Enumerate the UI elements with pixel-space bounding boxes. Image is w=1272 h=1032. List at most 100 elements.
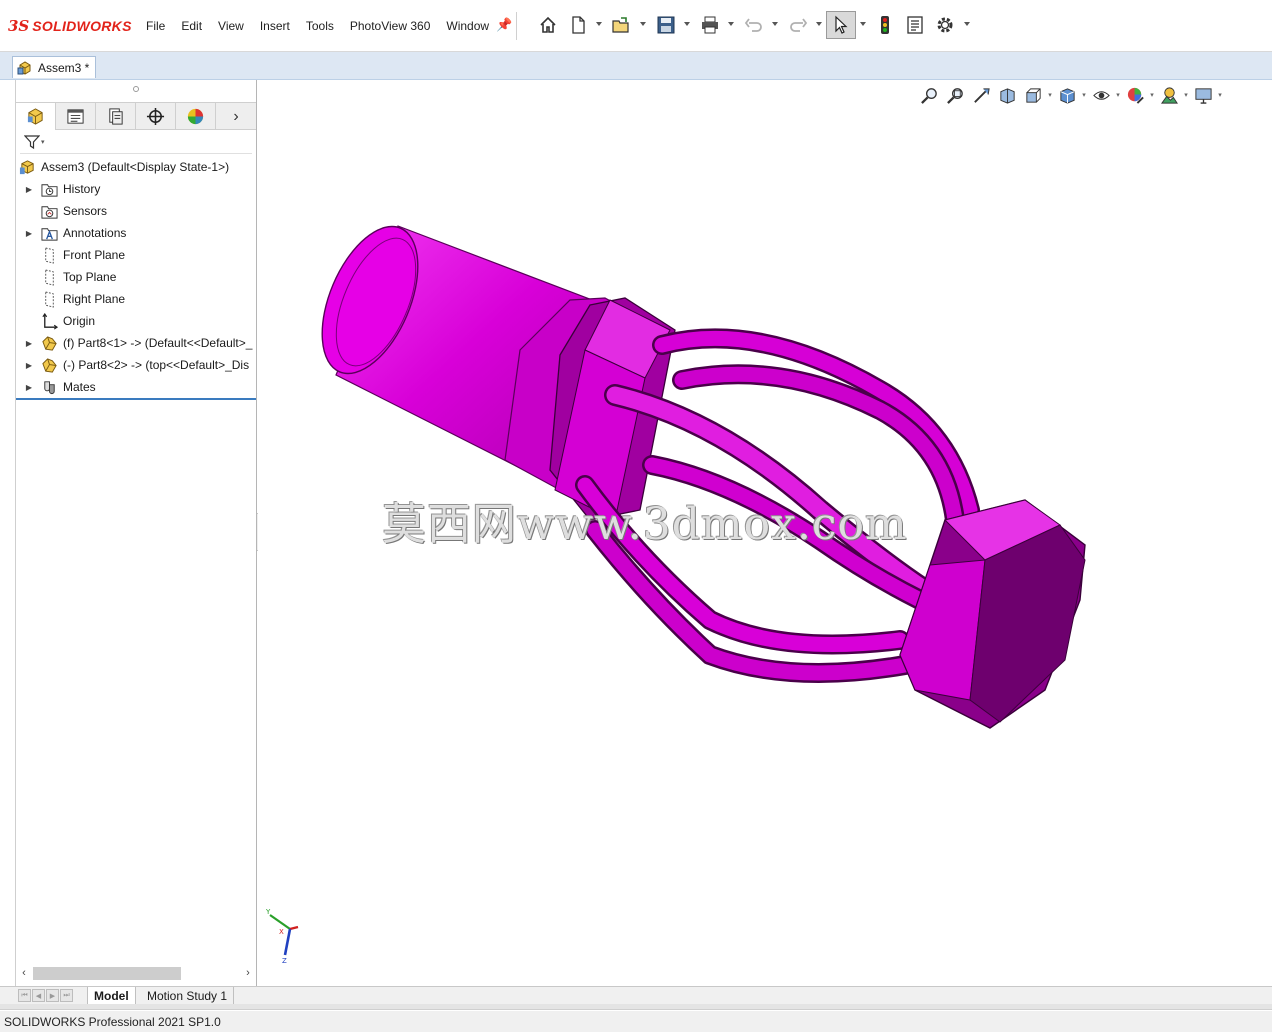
ds-logo-mark: 3S xyxy=(8,17,30,35)
manager-tabs: › xyxy=(16,102,256,130)
tab-next-icon[interactable]: ▶ xyxy=(46,989,59,1002)
logo-text: SOLIDWORKS xyxy=(32,18,132,34)
origin-icon xyxy=(40,312,58,330)
redo-dropdown-chevron-icon[interactable] xyxy=(816,22,822,26)
file-properties-icon[interactable] xyxy=(904,13,926,37)
tree-item-label: Right Plane xyxy=(63,292,126,306)
options-gear-icon[interactable] xyxy=(934,13,956,37)
new-dropdown-chevron-icon[interactable] xyxy=(596,22,602,26)
open-dropdown-chevron-icon[interactable] xyxy=(640,22,646,26)
scroll-left-icon[interactable]: ‹ xyxy=(16,967,32,979)
tree-item-front-plane[interactable]: Front Plane xyxy=(16,244,256,266)
pin-menu-icon[interactable]: 📌 xyxy=(496,17,512,33)
reference-triad[interactable]: Y X Z xyxy=(264,905,308,967)
triad-z-label: Z xyxy=(282,957,287,965)
select-dropdown-chevron-icon[interactable] xyxy=(860,22,866,26)
expand-arrow-icon[interactable]: ▶ xyxy=(24,228,34,238)
filter-icon xyxy=(24,134,40,149)
featuremanager-panel: › ▾ Assem3 (Default<Display State-1>) ▶ … xyxy=(15,80,257,986)
tree-item-label: Mates xyxy=(63,380,96,394)
tab-motion-study-1[interactable]: Motion Study 1 xyxy=(141,987,235,1004)
expand-arrow-icon[interactable]: ▶ xyxy=(24,382,34,392)
featuremanager-icon[interactable] xyxy=(16,103,56,130)
scroll-right-icon[interactable]: › xyxy=(240,967,256,979)
panel-split-grip[interactable] xyxy=(133,86,139,92)
propertymanager-icon[interactable] xyxy=(56,103,96,130)
feature-tree: Assem3 (Default<Display State-1>) ▶ Hist… xyxy=(16,156,256,398)
tree-item-label: Sensors xyxy=(63,204,108,218)
select-arrow-icon[interactable] xyxy=(826,11,856,39)
tree-filter[interactable]: ▾ xyxy=(20,130,252,154)
print-dropdown-chevron-icon[interactable] xyxy=(728,22,734,26)
expand-arrow-icon[interactable]: ▶ xyxy=(24,338,34,348)
assembly-icon xyxy=(18,158,36,176)
menu-file[interactable]: File xyxy=(138,17,173,35)
bottom-tab-strip: ⏮ ◀ ▶ ⏭ Model Motion Study 1 xyxy=(0,986,1272,1004)
dimxpert-icon[interactable] xyxy=(136,103,176,130)
main-menu: File Edit View Insert Tools PhotoView 36… xyxy=(138,17,497,35)
menu-tools[interactable]: Tools xyxy=(298,17,342,35)
assembly-icon xyxy=(17,60,31,75)
horizontal-splitter[interactable] xyxy=(0,1004,1272,1010)
expand-arrow-icon[interactable]: ▶ xyxy=(24,184,34,194)
menubar: 3S SOLIDWORKS File Edit View Insert Tool… xyxy=(0,0,1272,52)
tab-last-icon[interactable]: ⏭ xyxy=(60,989,73,1002)
expand-placeholder xyxy=(24,206,34,216)
tree-item-label: Annotations xyxy=(63,226,127,240)
configurationmanager-icon[interactable] xyxy=(96,103,136,130)
menu-window[interactable]: Window xyxy=(438,17,497,35)
scroll-thumb[interactable] xyxy=(33,966,181,980)
rebuild-icon[interactable] xyxy=(874,13,896,37)
tree-horizontal-scrollbar[interactable]: ‹ › xyxy=(16,964,256,982)
more-tabs-chevron-icon[interactable]: › xyxy=(216,103,256,130)
menu-insert[interactable]: Insert xyxy=(252,17,298,35)
filter-dropdown-chevron-icon[interactable]: ▾ xyxy=(41,138,45,146)
document-title: Assem3 * xyxy=(38,60,90,75)
print-icon[interactable] xyxy=(699,13,721,37)
home-icon[interactable] xyxy=(537,13,559,37)
undo-icon[interactable] xyxy=(743,13,765,37)
status-text: SOLIDWORKS Professional 2021 SP1.0 xyxy=(4,1014,221,1029)
sensors-icon xyxy=(40,202,58,220)
annotations-icon xyxy=(40,224,58,242)
redo-icon[interactable] xyxy=(787,13,809,37)
document-tab[interactable]: Assem3 * xyxy=(12,56,97,78)
tree-item-top-plane[interactable]: Top Plane xyxy=(16,266,256,288)
tree-item-label: Top Plane xyxy=(63,270,117,284)
tab-first-icon[interactable]: ⏮ xyxy=(18,989,31,1002)
tree-item-part8-1[interactable]: ▶ (f) Part8<1> -> (Default<<Default>_ xyxy=(16,332,256,354)
tree-item-right-plane[interactable]: Right Plane xyxy=(16,288,256,310)
tree-item-origin[interactable]: Origin xyxy=(16,310,256,332)
triad-y-label: Y xyxy=(265,908,271,916)
expand-placeholder xyxy=(24,294,34,304)
new-document-icon[interactable] xyxy=(567,13,589,37)
save-dropdown-chevron-icon[interactable] xyxy=(684,22,690,26)
menu-view[interactable]: View xyxy=(210,17,252,35)
options-dropdown-chevron-icon[interactable] xyxy=(964,22,970,26)
tree-rollback-bar[interactable] xyxy=(16,398,256,400)
plane-icon xyxy=(40,290,58,308)
tab-model[interactable]: Model xyxy=(87,987,136,1004)
document-tab-bar: Assem3 * xyxy=(0,52,1272,80)
open-icon[interactable] xyxy=(610,13,632,37)
display-manager-icon[interactable] xyxy=(176,103,216,130)
tab-prev-icon[interactable]: ◀ xyxy=(32,989,45,1002)
save-icon[interactable] xyxy=(655,13,677,37)
solidworks-logo[interactable]: 3S SOLIDWORKS xyxy=(8,14,132,38)
menu-photoview[interactable]: PhotoView 360 xyxy=(342,17,439,35)
tree-root-assembly[interactable]: Assem3 (Default<Display State-1>) xyxy=(16,156,256,178)
tree-item-mates[interactable]: ▶ Mates xyxy=(16,376,256,398)
expand-arrow-icon[interactable]: ▶ xyxy=(24,360,34,370)
tree-item-history[interactable]: ▶ History xyxy=(16,178,256,200)
tree-root-label: Assem3 (Default<Display State-1>) xyxy=(41,160,230,174)
plane-icon xyxy=(40,246,58,264)
tree-item-label: (f) Part8<1> -> (Default<<Default>_ xyxy=(63,336,253,350)
expand-placeholder xyxy=(24,272,34,282)
history-icon xyxy=(40,180,58,198)
tree-item-annotations[interactable]: ▶ Annotations xyxy=(16,222,256,244)
tree-item-part8-2[interactable]: ▶ (-) Part8<2> -> (top<<Default>_Dis xyxy=(16,354,256,376)
tree-item-sensors[interactable]: Sensors xyxy=(16,200,256,222)
undo-dropdown-chevron-icon[interactable] xyxy=(772,22,778,26)
tab-navigation-buttons: ⏮ ◀ ▶ ⏭ xyxy=(18,989,74,1002)
menu-edit[interactable]: Edit xyxy=(173,17,210,35)
